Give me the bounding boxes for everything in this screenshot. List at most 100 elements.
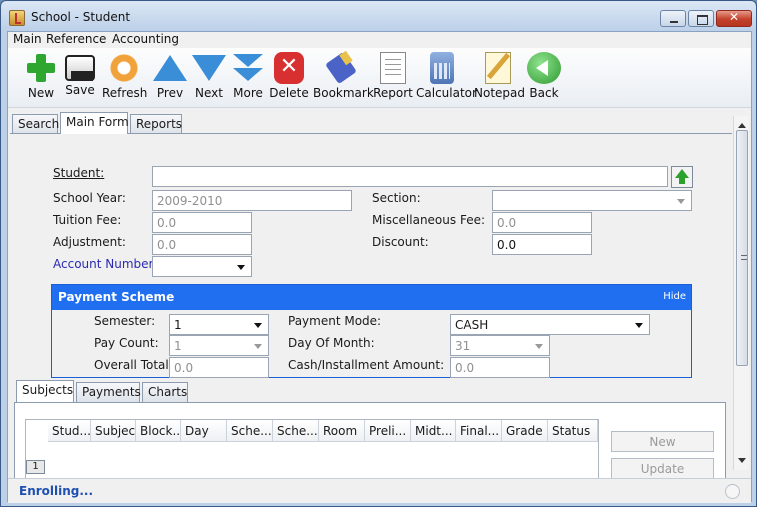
calculator-button[interactable]: Calculator xyxy=(416,52,477,100)
chevron-down-icon xyxy=(237,265,245,270)
tab-payments[interactable]: Payments xyxy=(76,382,141,402)
tuition-fee-field[interactable]: 0.0 xyxy=(152,212,252,233)
vertical-scrollbar[interactable] xyxy=(733,116,749,470)
up-arrow-icon xyxy=(153,55,187,81)
prev-button[interactable]: Prev xyxy=(153,52,187,100)
notepad-icon xyxy=(485,52,511,84)
status-bar: Enrolling... xyxy=(8,478,751,503)
column-header[interactable]: Subject xyxy=(91,420,136,442)
refresh-button-label: Refresh xyxy=(102,86,148,100)
tuition-fee-label: Tuition Fee: xyxy=(53,213,122,227)
report-button[interactable]: Report xyxy=(372,52,414,100)
payment-mode-select[interactable]: CASH xyxy=(450,314,650,335)
account-number-select[interactable] xyxy=(152,256,252,277)
next-button[interactable]: Next xyxy=(192,52,226,100)
bookmark-button[interactable]: Bookmark xyxy=(313,52,374,100)
tab-reports[interactable]: Reports xyxy=(130,114,182,134)
payment-mode-value: CASH xyxy=(455,318,489,332)
column-header[interactable]: Day xyxy=(181,420,227,442)
installment-amount-field[interactable]: 0.0 xyxy=(450,357,550,378)
main-form-panel: Student: School Year: 2009-2010 Section:… xyxy=(10,133,732,478)
tab-main-form[interactable]: Main Form xyxy=(60,112,129,134)
delete-button[interactable]: Delete xyxy=(269,52,309,100)
title-bar[interactable]: School - Student ✕ xyxy=(1,1,756,33)
new-subject-button[interactable]: New xyxy=(611,431,714,452)
school-year-label: School Year: xyxy=(53,191,126,205)
semester-select[interactable]: 1 xyxy=(169,314,269,335)
adjustment-field[interactable]: 0.0 xyxy=(152,234,252,255)
school-year-field[interactable]: 2009-2010 xyxy=(152,190,352,211)
column-header[interactable]: Status xyxy=(548,420,598,442)
day-of-month-label: Day Of Month: xyxy=(288,336,375,350)
tab-search[interactable]: Search xyxy=(12,114,59,134)
update-subject-button[interactable]: Update xyxy=(611,458,714,478)
account-number-label: Account Number: xyxy=(53,257,158,271)
back-button-label: Back xyxy=(529,86,559,100)
discount-field[interactable]: 0.0 xyxy=(492,234,592,255)
pay-count-value: 1 xyxy=(174,339,182,353)
chevron-down-icon xyxy=(254,323,262,328)
overall-total-label: Overall Total: xyxy=(94,358,173,372)
calculator-button-label: Calculator xyxy=(416,86,477,100)
column-header[interactable]: Sche... xyxy=(273,420,319,442)
refresh-button[interactable]: Refresh xyxy=(102,52,148,100)
maximize-button[interactable] xyxy=(688,10,714,27)
payment-scheme-header: Payment Scheme Hide xyxy=(52,285,691,310)
column-header[interactable]: Stud... xyxy=(48,420,91,442)
toolbar: New Save Refresh Prev Next More ✕ Delete… xyxy=(8,48,751,108)
payment-mode-label: Payment Mode: xyxy=(288,314,382,328)
column-header[interactable]: Block... xyxy=(136,420,181,442)
close-window-button[interactable]: ✕ xyxy=(716,10,752,27)
payment-scheme-panel: Payment Scheme Hide Semester: 1 Pay Coun… xyxy=(51,284,692,378)
column-header[interactable]: Preli... xyxy=(365,420,411,442)
day-of-month-value: 31 xyxy=(455,339,471,353)
menu-bar: Main Reference Accounting xyxy=(8,32,751,48)
column-header[interactable]: Sche... xyxy=(227,420,273,442)
more-button[interactable]: More xyxy=(231,52,265,100)
tab-subjects[interactable]: Subjects xyxy=(16,380,74,402)
bookmark-icon xyxy=(324,52,358,84)
section-select[interactable] xyxy=(492,190,692,211)
scroll-down-icon[interactable] xyxy=(738,458,746,463)
scroll-up-icon[interactable] xyxy=(738,123,746,128)
student-label[interactable]: Student: xyxy=(53,166,104,180)
delete-icon xyxy=(274,52,304,84)
row-header-button[interactable]: 1 xyxy=(26,460,45,474)
report-icon xyxy=(380,52,406,84)
day-of-month-select[interactable]: 31 xyxy=(450,335,550,356)
overall-total-field[interactable]: 0.0 xyxy=(169,357,269,378)
scrollbar-thumb[interactable] xyxy=(736,130,748,366)
new-button-label: New xyxy=(27,86,55,100)
back-button[interactable]: Back xyxy=(527,52,561,100)
client-area: Main Reference Accounting New Save Refre… xyxy=(7,31,752,503)
tab-charts[interactable]: Charts xyxy=(142,382,188,402)
hide-link[interactable]: Hide xyxy=(663,291,686,302)
back-icon xyxy=(527,52,561,84)
menu-reference[interactable]: Reference xyxy=(46,32,106,46)
student-field[interactable] xyxy=(152,166,668,187)
pay-count-label: Pay Count: xyxy=(94,336,159,350)
save-button[interactable]: Save xyxy=(63,52,97,97)
pay-count-select[interactable]: 1 xyxy=(169,335,269,356)
column-header[interactable]: Room xyxy=(319,420,365,442)
save-icon xyxy=(65,55,95,81)
new-button[interactable]: New xyxy=(24,52,58,100)
window-title: School - Student xyxy=(31,10,131,24)
menu-main[interactable]: Main xyxy=(13,32,42,46)
student-lookup-button[interactable] xyxy=(671,166,693,188)
column-header[interactable]: Midt... xyxy=(411,420,456,442)
grip-icon xyxy=(741,255,747,260)
column-header[interactable]: Grade xyxy=(502,420,548,442)
calculator-icon xyxy=(430,52,454,84)
minimize-button[interactable] xyxy=(660,10,686,27)
column-header[interactable]: Final... xyxy=(456,420,502,442)
chevron-down-icon xyxy=(677,199,685,204)
subjects-table: Stud... Subject Block... Day Sche... Sch… xyxy=(25,419,599,478)
menu-accounting[interactable]: Accounting xyxy=(112,32,179,46)
section-label: Section: xyxy=(372,191,421,205)
close-icon: ✕ xyxy=(728,10,740,24)
notepad-button-label: Notepad xyxy=(474,86,525,100)
notepad-button[interactable]: Notepad xyxy=(474,52,525,100)
misc-fee-field[interactable]: 0.0 xyxy=(492,212,592,233)
more-button-label: More xyxy=(233,86,263,100)
